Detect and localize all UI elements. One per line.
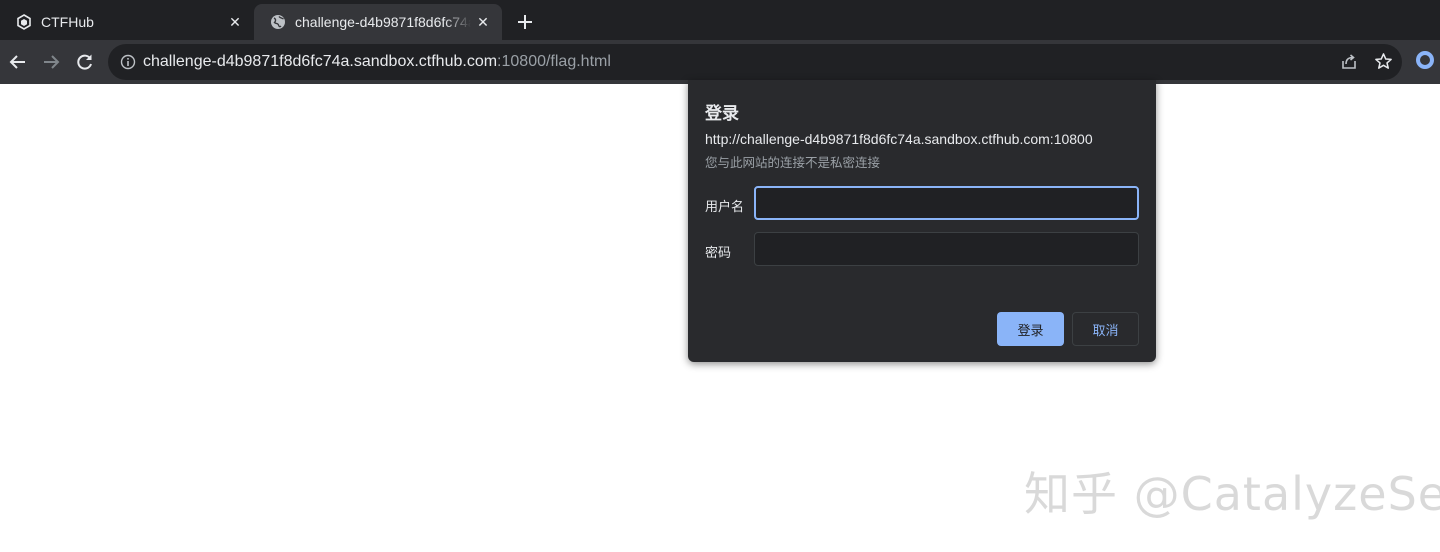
tab-ctfhub[interactable]: CTFHub ✕ [0, 4, 254, 40]
username-label: 用户名 [705, 200, 745, 215]
back-button[interactable] [5, 49, 31, 75]
dialog-title: 登录 [705, 104, 739, 124]
new-tab-button[interactable] [512, 10, 538, 34]
connection-warning: 您与此网站的连接不是私密连接 [705, 155, 881, 170]
dialog-origin: http://challenge-d4b9871f8d6fc74a.sandbo… [705, 131, 1093, 147]
tab-title: CTFHub [41, 14, 94, 30]
password-label: 密码 [705, 246, 732, 261]
reload-icon [77, 54, 92, 70]
url-host: challenge-d4b9871f8d6fc74a.sandbox.ctfhu… [143, 53, 498, 70]
close-tab-icon[interactable]: ✕ [226, 13, 244, 31]
arrow-right-icon [44, 55, 60, 69]
bookmark-star-icon[interactable] [1374, 52, 1393, 71]
close-tab-icon[interactable]: ✕ [474, 13, 492, 31]
tab-title: challenge-d4b9871f8d6fc74a.sandbox.ctfhu… [295, 14, 471, 30]
plus-icon [518, 15, 532, 29]
login-button[interactable]: 登录 [997, 312, 1064, 346]
forward-button[interactable] [38, 49, 64, 75]
cancel-button[interactable]: 取消 [1072, 312, 1139, 346]
reload-button[interactable] [72, 49, 98, 75]
username-input[interactable] [754, 186, 1139, 220]
arrow-left-icon [9, 55, 25, 69]
watermark: 知乎 @CatalyzeSec [1024, 467, 1440, 521]
url-text[interactable]: challenge-d4b9871f8d6fc74a.sandbox.ctfhu… [143, 53, 611, 71]
globe-icon [270, 14, 286, 30]
tab-strip: CTFHub ✕ challenge-d4b9871f8d6fc74a.sand… [0, 0, 1440, 40]
login-dialog: 登录 http://challenge-d4b9871f8d6fc74a.san… [688, 80, 1156, 362]
info-icon[interactable] [120, 54, 136, 70]
tab-challenge[interactable]: challenge-d4b9871f8d6fc74a.sandbox.ctfhu… [254, 4, 502, 40]
ctfhub-logo-icon [16, 14, 32, 30]
toolbar: challenge-d4b9871f8d6fc74a.sandbox.ctfhu… [0, 40, 1440, 84]
share-icon[interactable] [1340, 53, 1358, 71]
url-path: :10800/flag.html [497, 53, 611, 70]
extension-icon[interactable] [1415, 50, 1435, 70]
password-input[interactable] [754, 232, 1139, 266]
address-bar[interactable]: challenge-d4b9871f8d6fc74a.sandbox.ctfhu… [108, 44, 1402, 80]
